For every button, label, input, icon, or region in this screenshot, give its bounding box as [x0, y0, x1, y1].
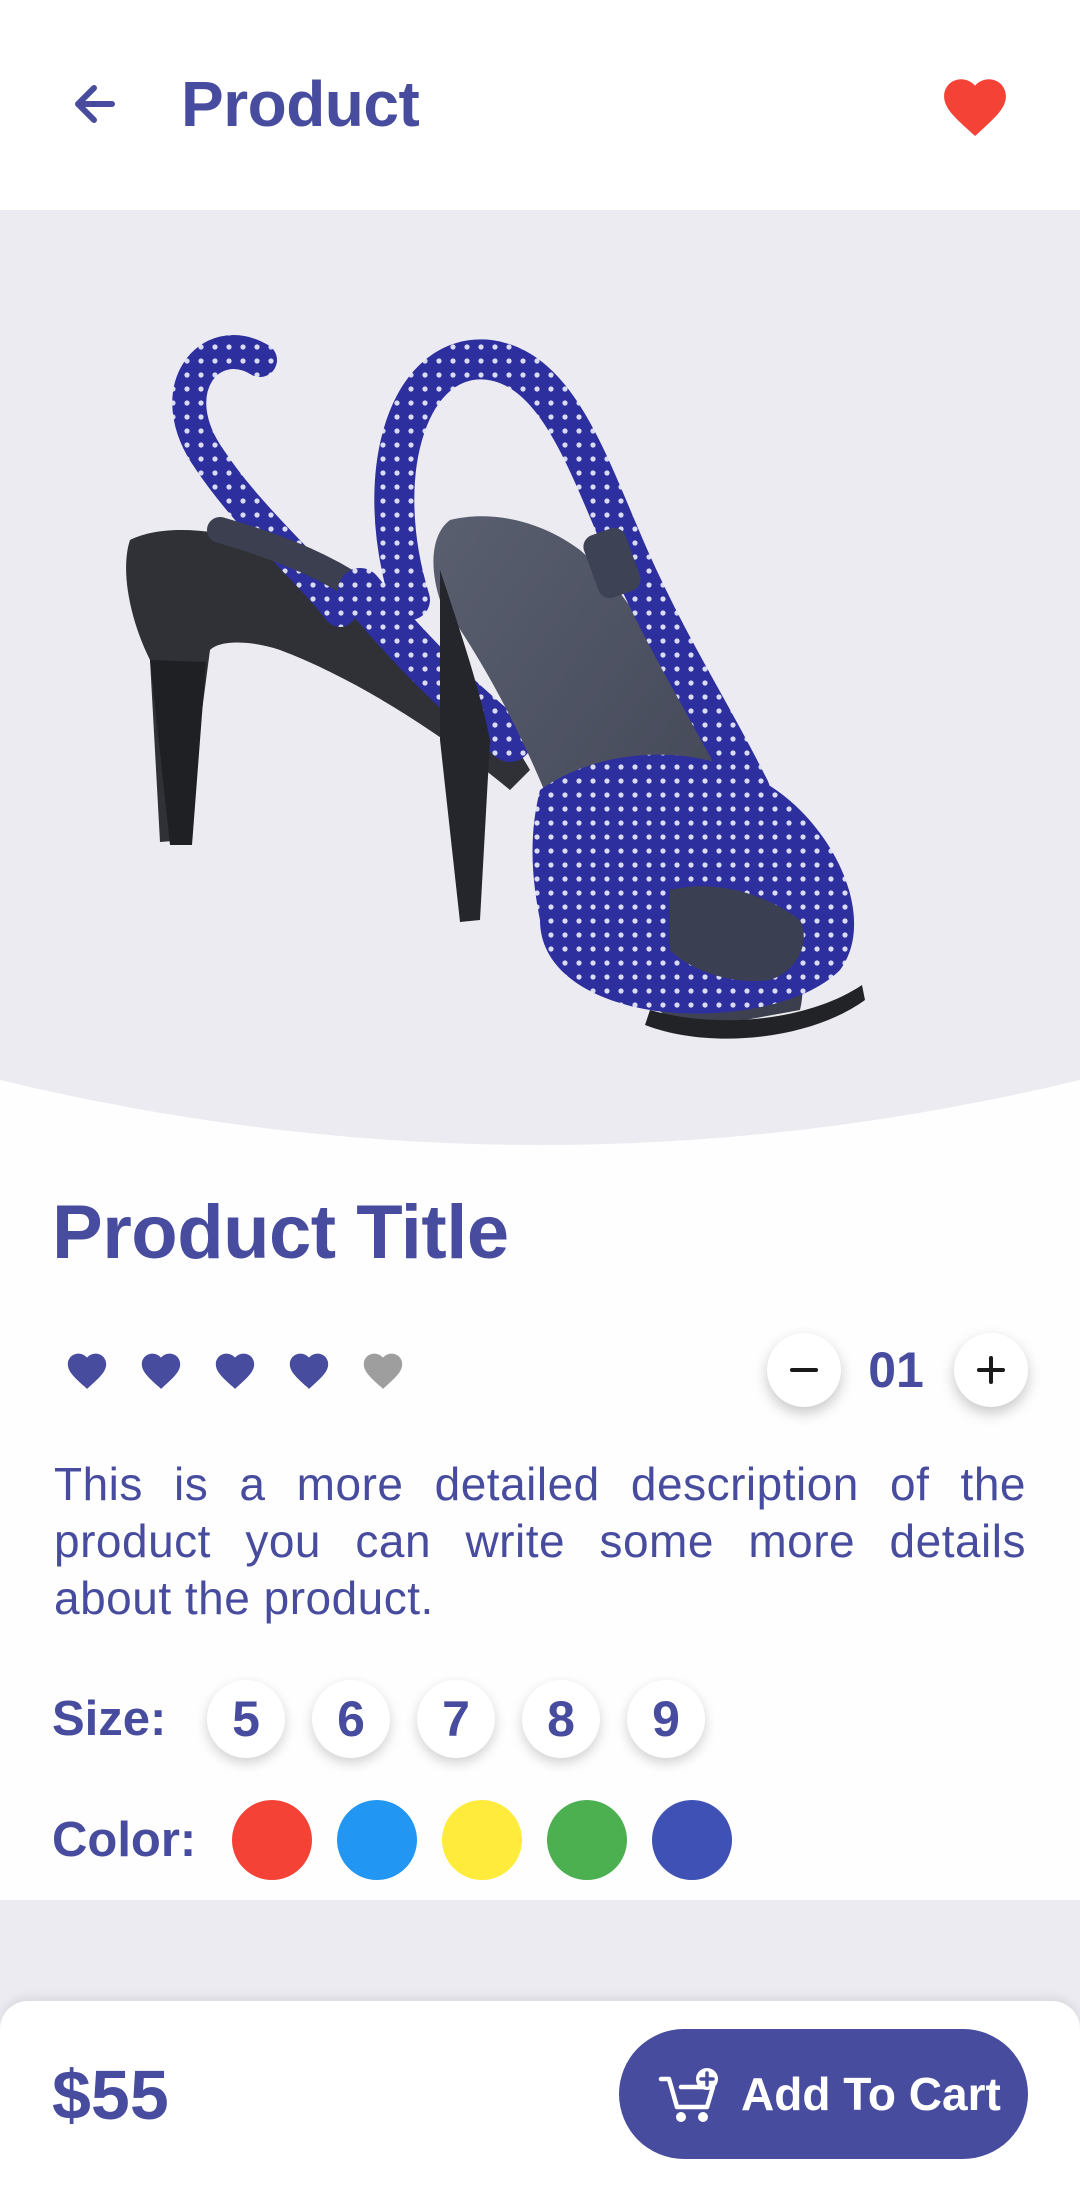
quantity-value: 01 — [868, 1342, 924, 1398]
back-button[interactable] — [62, 68, 134, 140]
size-option-7[interactable]: 7 — [417, 1680, 495, 1758]
high-heel-sandal-image — [126, 335, 865, 1039]
size-option-6[interactable]: 6 — [312, 1680, 390, 1758]
decrease-quantity-button[interactable] — [767, 1333, 841, 1407]
color-swatch-blue[interactable] — [337, 1800, 417, 1880]
color-swatch-green[interactable] — [547, 1800, 627, 1880]
size-option-8[interactable]: 8 — [522, 1680, 600, 1758]
heart-icon — [944, 79, 1006, 136]
rating-heart-2-icon[interactable] — [138, 1347, 184, 1391]
rating-heart-3-icon[interactable] — [212, 1347, 258, 1391]
add-to-cart-label: Add To Cart — [741, 2068, 1001, 2120]
rating-heart-5-icon[interactable] — [360, 1347, 406, 1391]
color-swatch-yellow[interactable] — [442, 1800, 522, 1880]
color-label: Color: — [52, 1813, 197, 1867]
size-option-9[interactable]: 9 — [627, 1680, 705, 1758]
product-description: This is a more detailed description of t… — [54, 1458, 1026, 1624]
plus-icon — [977, 1356, 1005, 1384]
app-bar: Product — [0, 0, 1080, 210]
increase-quantity-button[interactable] — [954, 1333, 1028, 1407]
page-title: Product — [181, 68, 420, 140]
size-option-5[interactable]: 5 — [207, 1680, 285, 1758]
panel-curve — [0, 1060, 1080, 1145]
price: $55 — [52, 2056, 169, 2134]
favorite-button[interactable] — [937, 70, 1013, 138]
arrow-left-icon — [75, 85, 115, 123]
color-swatch-red[interactable] — [232, 1800, 312, 1880]
rating-hearts[interactable] — [64, 1347, 406, 1391]
product-image-area — [0, 210, 1080, 1190]
minus-icon — [790, 1368, 818, 1372]
color-swatch-indigo[interactable] — [652, 1800, 732, 1880]
rating-heart-4-icon[interactable] — [286, 1347, 332, 1391]
add-to-cart-button[interactable]: Add To Cart — [619, 2029, 1028, 2159]
product-title: Product Title — [52, 1190, 509, 1275]
size-label: Size: — [52, 1692, 167, 1746]
cart-plus-icon — [658, 2068, 718, 2122]
rating-heart-1-icon[interactable] — [64, 1347, 110, 1391]
